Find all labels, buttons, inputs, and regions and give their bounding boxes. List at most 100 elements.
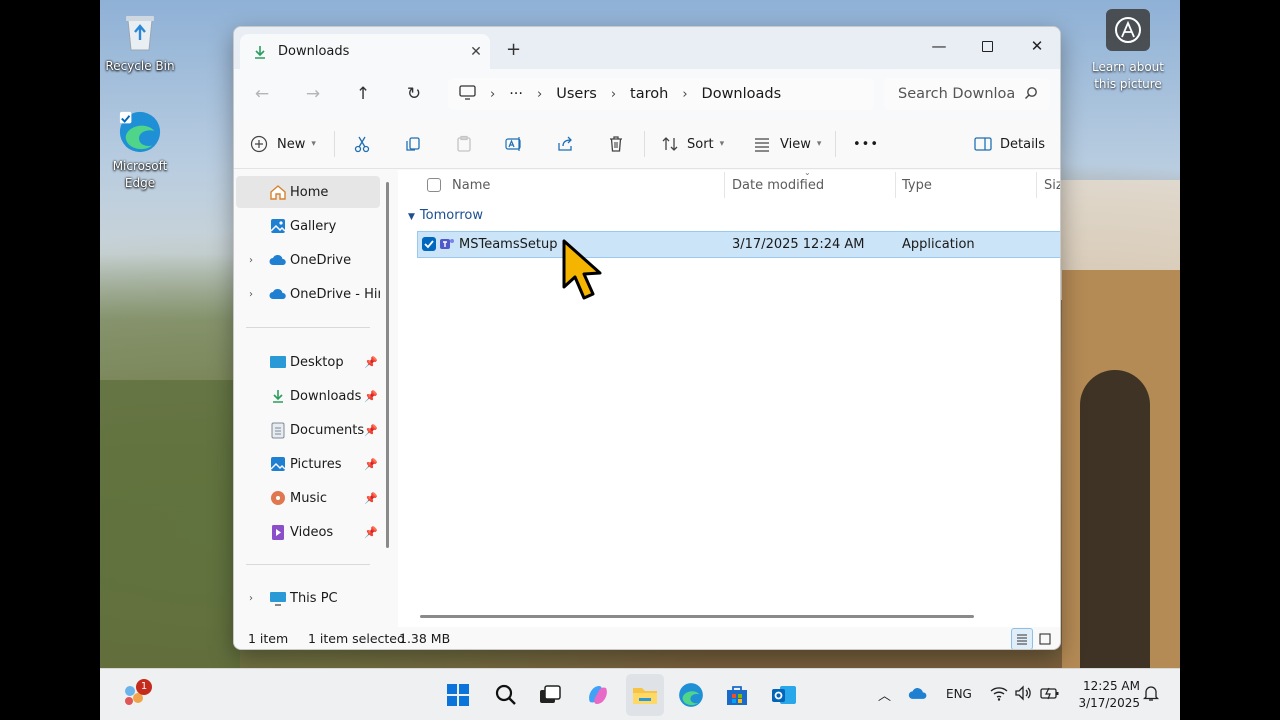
battery-icon[interactable]	[1040, 685, 1060, 704]
letterbox-right	[1180, 0, 1280, 720]
pin-icon[interactable]: 📌	[364, 492, 378, 505]
sidebar-item-label: Music	[290, 490, 327, 506]
pin-icon[interactable]: 📌	[364, 390, 378, 403]
group-label: Tomorrow	[419, 208, 483, 223]
mouse-cursor-icon	[562, 239, 602, 300]
column-divider[interactable]	[724, 172, 725, 198]
start-icon[interactable]	[444, 681, 472, 709]
pin-icon[interactable]: 📌	[364, 458, 378, 471]
wifi-icon[interactable]	[990, 685, 1008, 704]
view-list-icon	[755, 138, 769, 152]
store-icon[interactable]	[723, 681, 751, 709]
refresh-icon[interactable]: ↻	[399, 82, 429, 106]
outlook-icon[interactable]	[770, 681, 798, 709]
breadcrumb-taroh[interactable]: taroh	[630, 86, 668, 102]
task-view-icon[interactable]	[536, 681, 564, 709]
notifications-icon[interactable]	[1142, 684, 1160, 705]
details-label: Details	[1000, 136, 1046, 152]
cut-button[interactable]	[353, 128, 371, 160]
details-button[interactable]: Details	[974, 128, 1045, 160]
new-tab-icon[interactable]: +	[506, 39, 521, 60]
row-checkbox[interactable]	[422, 237, 436, 251]
sidebar-item-videos[interactable]: Videos 📌	[236, 516, 380, 548]
share-button[interactable]	[556, 128, 574, 160]
edge-shortcut[interactable]: Microsoft Edge	[98, 110, 182, 192]
search-icon[interactable]	[492, 681, 520, 709]
paste-button[interactable]	[455, 128, 473, 160]
chevron-down-icon: ▾	[719, 139, 725, 149]
sidebar-item-label: Videos	[290, 524, 334, 540]
delete-button[interactable]	[607, 128, 625, 160]
column-header-name[interactable]: Name	[452, 170, 490, 200]
edge-label: Microsoft Edge	[112, 159, 168, 190]
forward-arrow-icon[interactable]: →	[298, 82, 328, 106]
column-header-type[interactable]: Type	[902, 170, 932, 200]
rename-button[interactable]	[505, 128, 523, 160]
sidebar-item-pictures[interactable]: Pictures 📌	[236, 448, 380, 480]
sort-indicator-icon: ⌄	[804, 168, 811, 177]
pin-icon[interactable]: 📌	[364, 356, 378, 369]
table-row[interactable]: MSTeamsSetup 3/17/2025 12:24 AM Applicat…	[417, 231, 1060, 258]
volume-icon[interactable]	[1014, 685, 1032, 704]
back-arrow-icon[interactable]: ←	[247, 82, 277, 106]
column-divider[interactable]	[1036, 172, 1037, 198]
details-view-icon[interactable]	[1011, 628, 1033, 649]
chevron-right-icon[interactable]: ›	[249, 289, 253, 300]
notification-badge: 1	[136, 679, 152, 695]
minimize-icon[interactable]: —	[914, 31, 964, 61]
chevron-right-icon[interactable]: ›	[249, 255, 253, 266]
recycle-bin-shortcut[interactable]: Recycle Bin	[98, 10, 182, 75]
select-all-checkbox[interactable]	[427, 170, 441, 200]
language-indicator[interactable]: ENG	[946, 687, 972, 701]
tiles-view-icon[interactable]	[1034, 628, 1056, 649]
sidebar-item-onedrive-hiros[interactable]: › OneDrive - Hiros	[236, 278, 380, 310]
clock[interactable]: 12:25 AM 3/17/2025	[1076, 678, 1140, 712]
tab-downloads[interactable]: Downloads ✕	[240, 34, 490, 69]
copy-button[interactable]	[404, 128, 422, 160]
breadcrumb-users[interactable]: Users	[556, 86, 597, 102]
monitor-icon	[459, 84, 476, 104]
pin-icon[interactable]: 📌	[364, 424, 378, 437]
sidebar-item-this-pc[interactable]: › This PC	[236, 582, 380, 614]
onedrive-tray-icon[interactable]	[908, 687, 928, 703]
breadcrumb-more[interactable]: ···	[509, 86, 523, 102]
breadcrumb-downloads[interactable]: Downloads	[702, 86, 782, 102]
search-input[interactable]: Search Downloa	[884, 78, 1050, 110]
column-header-size[interactable]: Size	[1044, 170, 1060, 200]
tab-title: Downloads	[278, 44, 350, 59]
up-arrow-icon[interactable]: ↑	[348, 82, 378, 106]
file-explorer-taskbar-icon[interactable]	[626, 674, 664, 716]
show-hidden-icons-chevron-icon[interactable]: ︿	[878, 685, 891, 704]
column-divider[interactable]	[895, 172, 896, 198]
more-options-button[interactable]: •••	[853, 128, 879, 160]
edge-icon	[118, 110, 162, 154]
address-bar[interactable]: › ··· › Users › taroh › Downloads	[448, 78, 874, 110]
sidebar-item-gallery[interactable]: Gallery	[236, 210, 380, 242]
tab-close-icon[interactable]: ✕	[462, 44, 490, 60]
sidebar-scrollbar[interactable]	[386, 182, 389, 548]
sidebar-divider	[246, 327, 370, 328]
view-button[interactable]: View ▾	[753, 128, 821, 160]
sort-button[interactable]: Sort ▾	[661, 128, 724, 160]
sidebar-item-music[interactable]: Music 📌	[236, 482, 380, 514]
copilot-icon[interactable]	[584, 681, 612, 709]
sidebar-divider	[246, 564, 370, 565]
sidebar-item-documents[interactable]: Documents 📌	[236, 414, 380, 446]
new-button[interactable]: New ▾	[250, 128, 316, 160]
breadcrumb-chevron-icon: ›	[610, 86, 617, 102]
maximize-icon[interactable]	[962, 31, 1012, 61]
edge-taskbar-icon[interactable]	[677, 681, 705, 709]
chevron-right-icon[interactable]: ›	[249, 593, 253, 604]
group-header[interactable]: ▼ Tomorrow	[408, 208, 483, 223]
navigation-pane: Home Gallery › OneDrive › OneDrive - Hir…	[234, 170, 396, 627]
horizontal-scrollbar[interactable]	[420, 615, 974, 618]
sidebar-item-onedrive[interactable]: › OneDrive	[236, 244, 380, 276]
sidebar-item-label: Gallery	[290, 218, 337, 234]
trash-icon	[610, 136, 622, 152]
sidebar-item-desktop[interactable]: Desktop 📌	[236, 346, 380, 378]
pin-icon[interactable]: 📌	[364, 526, 378, 539]
close-window-icon[interactable]: ✕	[1012, 31, 1060, 61]
sidebar-item-downloads[interactable]: Downloads 📌	[236, 380, 380, 412]
learn-about-picture-button[interactable]	[1106, 9, 1150, 51]
sidebar-item-home[interactable]: Home	[236, 176, 380, 208]
